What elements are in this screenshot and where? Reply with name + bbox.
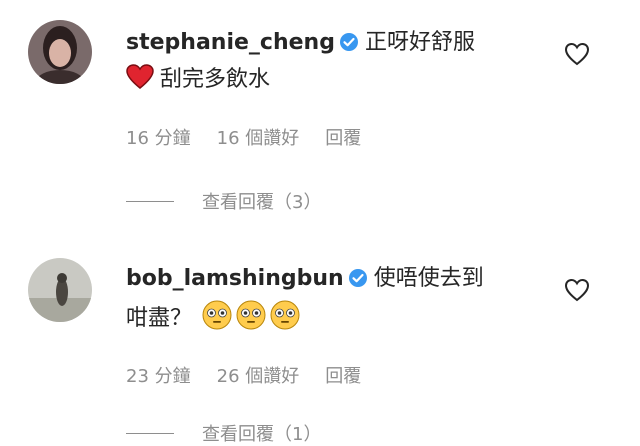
avatar-photo xyxy=(28,258,92,322)
reply-button[interactable]: 回覆 xyxy=(325,362,361,388)
comment-meta: 16 分鐘 16 個讚好 回覆 xyxy=(126,124,361,150)
comment-line-2: 咁盡？ xyxy=(126,299,550,342)
verified-badge-icon xyxy=(339,29,359,63)
view-replies-label: 查看回覆（1） xyxy=(202,424,322,445)
red-heart-emoji-icon xyxy=(126,64,154,101)
view-replies-button[interactable]: 查看回覆（1） xyxy=(126,420,321,446)
like-button[interactable] xyxy=(564,278,590,302)
username[interactable]: bob_lamshingbun xyxy=(126,266,344,291)
heart-outline-icon xyxy=(564,42,590,66)
timestamp[interactable]: 23 分鐘 xyxy=(126,362,191,388)
reply-button[interactable]: 回覆 xyxy=(325,124,361,150)
comment-line-1: bob_lamshingbun 使唔使去到 xyxy=(126,262,550,299)
avatar[interactable] xyxy=(28,20,92,84)
timestamp[interactable]: 16 分鐘 xyxy=(126,124,191,150)
avatar[interactable] xyxy=(28,258,92,322)
like-button[interactable] xyxy=(564,42,590,66)
divider-dash xyxy=(126,200,174,202)
comment-line-1: stephanie_cheng 正呀好舒服 xyxy=(126,26,550,63)
likes-count[interactable]: 26 個讚好 xyxy=(217,362,300,388)
verified-badge-icon xyxy=(348,265,368,299)
comment-text: 正呀好舒服 xyxy=(364,30,475,55)
comment-meta: 23 分鐘 26 個讚好 回覆 xyxy=(126,362,361,388)
view-replies-button[interactable]: 查看回覆（3） xyxy=(126,188,321,214)
avatar-photo xyxy=(28,20,92,84)
divider-dash xyxy=(126,432,174,434)
username[interactable]: stephanie_cheng xyxy=(126,30,335,55)
likes-count[interactable]: 16 個讚好 xyxy=(217,124,300,150)
comment-text: 使唔使去到 xyxy=(373,266,484,291)
heart-outline-icon xyxy=(564,278,590,302)
comment-line-2: 刮完多飲水 xyxy=(126,63,550,101)
flushed-face-emoji-icon xyxy=(269,299,301,342)
flushed-face-emoji-icon xyxy=(201,299,233,342)
comment-text-continued: 刮完多飲水 xyxy=(160,67,271,92)
flushed-face-emoji-icon xyxy=(235,299,267,342)
comment-text-continued: 咁盡？ xyxy=(126,306,193,331)
view-replies-label: 查看回覆（3） xyxy=(202,192,322,213)
